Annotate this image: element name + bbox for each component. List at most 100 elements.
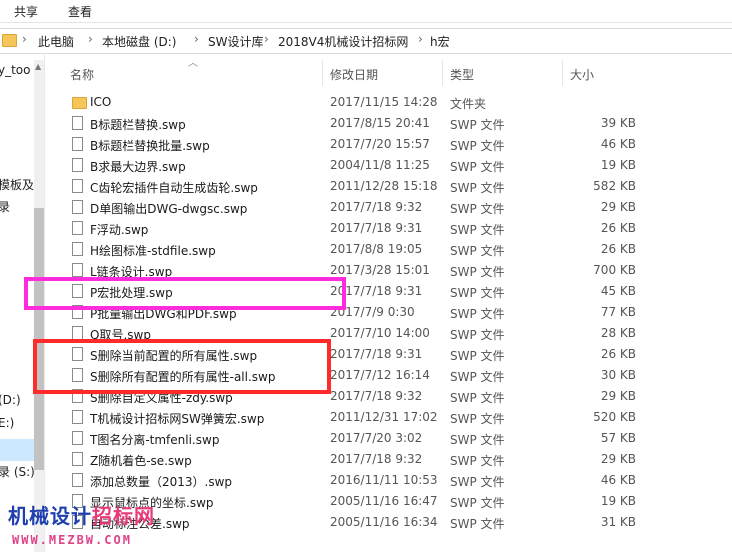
nav-item-drive-e[interactable]: E:) xyxy=(0,416,14,430)
column-divider[interactable] xyxy=(442,60,443,86)
file-date: 2005/11/16 16:47 xyxy=(330,494,438,508)
file-type: SWP 文件 xyxy=(450,517,505,531)
file-icon xyxy=(72,452,83,466)
folder-row[interactable]: ICO 2017/11/15 14:28 文件夹 xyxy=(64,92,668,113)
file-icon xyxy=(72,326,83,340)
folder-icon xyxy=(2,34,17,47)
file-name[interactable]: ICO xyxy=(90,95,111,109)
file-type: SWP 文件 xyxy=(450,265,505,279)
file-name[interactable]: B标题栏替换批量.swp xyxy=(90,137,210,154)
chevron-right-icon[interactable]: › xyxy=(88,32,93,46)
file-date: 2017/11/15 14:28 xyxy=(330,95,438,109)
file-name[interactable]: Z随机着色-se.swp xyxy=(90,452,192,469)
file-icon xyxy=(72,179,83,193)
column-header-size[interactable]: 大小 xyxy=(570,66,594,83)
nav-item[interactable]: 录 xyxy=(0,198,10,215)
scroll-up-icon[interactable]: ▲ xyxy=(35,62,41,71)
file-row[interactable]: Z随机着色-se.swp 2017/7/18 9:32 SWP 文件 29 KB xyxy=(64,449,668,470)
file-name[interactable]: T图名分离-tmfenli.swp xyxy=(90,431,219,448)
file-row[interactable]: B标题栏替换.swp 2017/8/15 20:41 SWP 文件 39 KB xyxy=(64,113,668,134)
file-size: 19 KB xyxy=(600,494,636,508)
breadcrumb-sw-library[interactable]: SW设计库 xyxy=(208,33,263,50)
chevron-right-icon[interactable]: › xyxy=(418,32,423,46)
file-name[interactable]: H绘图标准-stdfile.swp xyxy=(90,242,216,259)
file-row[interactable]: H绘图标准-stdfile.swp 2017/8/8 19:05 SWP 文件 26 … xyxy=(64,239,668,260)
file-date: 2017/7/18 9:31 xyxy=(330,347,423,361)
file-size: 46 KB xyxy=(600,473,636,487)
breadcrumb-drive-d[interactable]: 本地磁盘 (D:) xyxy=(102,33,176,50)
file-icon xyxy=(72,431,83,445)
address-bar[interactable]: › 此电脑 › 本地磁盘 (D:) › SW设计库 › 2018V4机械设计招标… xyxy=(0,28,732,54)
file-icon xyxy=(72,263,83,277)
file-type: SWP 文件 xyxy=(450,286,505,300)
sort-caret-icon: ︿ xyxy=(188,58,198,69)
file-type: SWP 文件 xyxy=(450,454,505,468)
nav-item-drive-s[interactable]: 录 (S:) xyxy=(0,463,35,480)
file-type: SWP 文件 xyxy=(450,181,505,195)
file-type: SWP 文件 xyxy=(450,370,505,384)
file-size: 46 KB xyxy=(600,137,636,151)
file-row[interactable]: 添加总数量（2013）.swp 2016/11/11 10:53 SWP 文件 46 … xyxy=(64,470,668,491)
file-name[interactable]: D单图输出DWG-dwgsc.swp xyxy=(90,200,247,217)
file-date: 2016/11/11 10:53 xyxy=(330,473,438,487)
file-date: 2017/7/20 3:02 xyxy=(330,431,423,445)
column-divider[interactable] xyxy=(562,60,563,86)
file-row[interactable]: D单图输出DWG-dwgsc.swp 2017/7/18 9:32 SWP 文件 29… xyxy=(64,197,668,218)
file-icon xyxy=(72,221,83,235)
watermark-text: 机械设计 xyxy=(8,504,92,528)
file-type: 文件夹 xyxy=(450,97,487,111)
breadcrumb-2018v4[interactable]: 2018V4机械设计招标网 xyxy=(278,33,408,50)
column-divider[interactable] xyxy=(322,60,323,86)
column-header-date[interactable]: 修改日期 xyxy=(330,66,378,83)
file-type: SWP 文件 xyxy=(450,496,505,510)
file-icon xyxy=(72,200,83,214)
nav-item[interactable]: y_too xyxy=(0,63,31,77)
chevron-right-icon[interactable]: › xyxy=(194,32,199,46)
file-type: SWP 文件 xyxy=(450,433,505,447)
file-name[interactable]: F浮动.swp xyxy=(90,221,148,238)
file-icon xyxy=(72,116,83,130)
tab-share[interactable]: 共享 xyxy=(14,3,38,20)
file-type: SWP 文件 xyxy=(450,475,505,489)
column-header-type[interactable]: 类型 xyxy=(450,66,474,83)
file-size: 520 KB xyxy=(593,410,636,424)
file-size: 28 KB xyxy=(600,326,636,340)
file-name[interactable]: B求最大边界.swp xyxy=(90,158,186,175)
file-size: 26 KB xyxy=(600,242,636,256)
file-type: SWP 文件 xyxy=(450,349,505,363)
file-size: 31 KB xyxy=(600,515,636,529)
file-name[interactable]: C齿轮宏插件自动生成齿轮.swp xyxy=(90,179,258,196)
nav-item[interactable]: 模板及 xyxy=(0,176,34,193)
file-date: 2017/7/18 9:32 xyxy=(330,452,423,466)
file-name[interactable]: B标题栏替换.swp xyxy=(90,116,186,133)
file-size: 29 KB xyxy=(600,200,636,214)
file-date: 2017/7/18 9:32 xyxy=(330,389,423,403)
file-row[interactable]: B标题栏替换批量.swp 2017/7/20 15:57 SWP 文件 46 KB xyxy=(64,134,668,155)
file-icon xyxy=(72,242,83,256)
file-date: 2017/8/8 19:05 xyxy=(330,242,423,256)
nav-item-drive-d[interactable]: (D:) xyxy=(0,393,21,407)
ribbon-tabs: 共享 查看 xyxy=(0,0,732,23)
file-date: 2017/3/28 15:01 xyxy=(330,263,430,277)
chevron-right-icon[interactable]: › xyxy=(264,32,269,46)
tab-view[interactable]: 查看 xyxy=(68,3,92,20)
breadcrumb-h-macro[interactable]: h宏 xyxy=(430,33,450,50)
file-row[interactable]: C齿轮宏插件自动生成齿轮.swp 2011/12/28 15:18 SWP 文件 58… xyxy=(64,176,668,197)
watermark-url: WWW.MEZBW.COM xyxy=(12,533,132,547)
file-size: 30 KB xyxy=(600,368,636,382)
breadcrumb-this-pc[interactable]: 此电脑 xyxy=(38,33,74,50)
column-header-name[interactable]: 名称 xyxy=(70,66,94,83)
file-type: SWP 文件 xyxy=(450,202,505,216)
file-name[interactable]: 添加总数量（2013）.swp xyxy=(90,473,232,490)
file-row[interactable]: F浮动.swp 2017/7/18 9:31 SWP 文件 26 KB xyxy=(64,218,668,239)
file-date: 2017/7/18 9:31 xyxy=(330,221,423,235)
file-type: SWP 文件 xyxy=(450,391,505,405)
file-size: 29 KB xyxy=(600,389,636,403)
file-size: 582 KB xyxy=(593,179,636,193)
file-row[interactable]: T机械设计招标网SW弹簧宏.swp 2011/12/31 17:02 SWP 文件 5… xyxy=(64,407,668,428)
file-row[interactable]: B求最大边界.swp 2004/11/8 11:25 SWP 文件 19 KB xyxy=(64,155,668,176)
file-type: SWP 文件 xyxy=(450,118,505,132)
file-name[interactable]: T机械设计招标网SW弹簧宏.swp xyxy=(90,410,264,427)
file-date: 2017/7/12 16:14 xyxy=(330,368,430,382)
file-row[interactable]: T图名分离-tmfenli.swp 2017/7/20 3:02 SWP 文件 57 … xyxy=(64,428,668,449)
